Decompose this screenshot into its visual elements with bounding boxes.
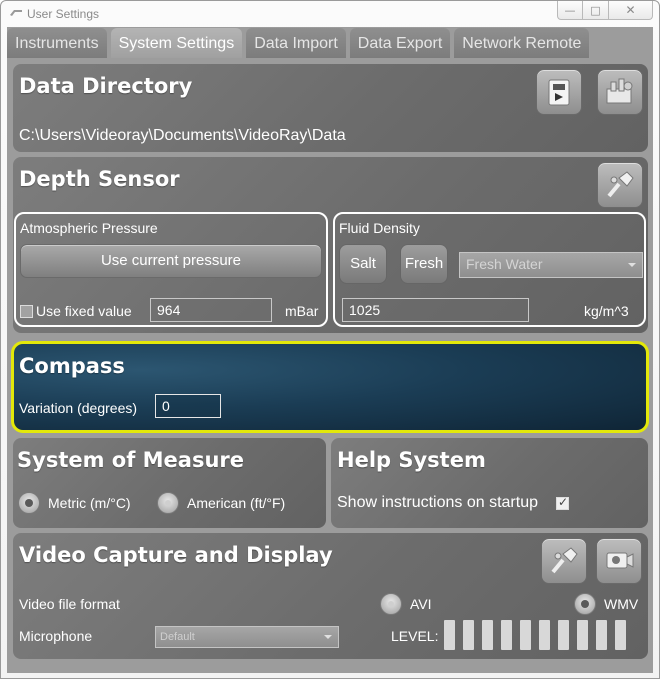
open-folder-button[interactable] bbox=[536, 69, 582, 115]
help-system-panel: Help System Show instructions on startup bbox=[331, 438, 648, 528]
maximize-button[interactable]: □ bbox=[583, 1, 609, 20]
level-bar bbox=[615, 620, 626, 650]
level-bar bbox=[577, 620, 588, 650]
data-directory-panel: Data Directory C:\Users\Videoray\Documen… bbox=[13, 64, 648, 152]
atmospheric-pressure-label: Atmospheric Pressure bbox=[20, 220, 158, 236]
video-camera-button[interactable] bbox=[596, 538, 642, 584]
app-icon bbox=[10, 10, 22, 16]
microphone-value: Default bbox=[160, 631, 195, 643]
help-system-title: Help System bbox=[337, 448, 486, 472]
video-camera-icon bbox=[606, 552, 634, 569]
microphone-label: Microphone bbox=[19, 628, 93, 644]
density-value-input[interactable]: 1025 bbox=[342, 298, 529, 322]
system-of-measure-title: System of Measure bbox=[17, 448, 245, 472]
depth-sensor-title: Depth Sensor bbox=[19, 167, 180, 191]
level-bar bbox=[444, 620, 455, 650]
show-instructions-label: Show instructions on startup bbox=[337, 494, 538, 511]
american-label: American (ft/°F) bbox=[187, 495, 286, 511]
audio-level-meter bbox=[444, 620, 634, 650]
video-capture-title: Video Capture and Display bbox=[19, 543, 333, 567]
metric-radio[interactable] bbox=[18, 492, 40, 514]
data-directory-title: Data Directory bbox=[19, 74, 193, 98]
data-directory-path[interactable]: C:\Users\Videoray\Documents\VideoRay\Dat… bbox=[19, 127, 346, 145]
folder-open-icon bbox=[548, 79, 570, 106]
fluid-density-group: Fluid Density Salt Fresh Fresh Water 102… bbox=[333, 212, 646, 327]
tab-instruments[interactable]: Instruments bbox=[7, 28, 107, 58]
salt-button[interactable]: Salt bbox=[339, 244, 387, 284]
variation-label: Variation (degrees) bbox=[19, 400, 138, 416]
depth-sensor-panel: Depth Sensor Atmospheric Pressure Use cu… bbox=[13, 157, 648, 333]
window-title: User Settings bbox=[27, 7, 100, 21]
video-settings-button[interactable] bbox=[541, 538, 587, 584]
level-bar bbox=[539, 620, 550, 650]
tab-data-import[interactable]: Data Import bbox=[246, 28, 346, 58]
level-bar bbox=[558, 620, 569, 650]
show-instructions-checkbox[interactable] bbox=[556, 495, 569, 510]
folder-settings-button[interactable] bbox=[597, 69, 643, 115]
american-radio[interactable] bbox=[157, 492, 179, 514]
video-settings-icon bbox=[551, 547, 578, 574]
level-bar bbox=[596, 620, 607, 650]
window-controls: — □ ✕ bbox=[557, 1, 653, 20]
level-bar bbox=[501, 620, 512, 650]
use-fixed-value-checkbox[interactable] bbox=[20, 305, 33, 318]
pressure-value-input[interactable]: 964 bbox=[150, 298, 272, 322]
tab-data-export[interactable]: Data Export bbox=[349, 28, 451, 58]
wmv-label: WMV bbox=[604, 596, 639, 612]
compass-panel: Compass Variation (degrees) 0 bbox=[11, 341, 649, 433]
use-current-pressure-button[interactable]: Use current pressure bbox=[20, 244, 322, 278]
tab-network-remote[interactable]: Network Remote bbox=[454, 28, 590, 58]
variation-input[interactable]: 0 bbox=[155, 394, 221, 418]
depth-calibrate-button[interactable] bbox=[597, 162, 643, 208]
avi-label: AVI bbox=[410, 596, 432, 612]
tab-bar: Instruments System Settings Data Import … bbox=[7, 28, 593, 58]
metric-label: Metric (m/°C) bbox=[48, 495, 131, 511]
avi-radio[interactable] bbox=[380, 593, 402, 615]
fluid-density-label: Fluid Density bbox=[339, 220, 420, 236]
folder-settings-icon bbox=[606, 78, 633, 104]
minimize-button[interactable]: — bbox=[557, 1, 583, 20]
tab-system-settings[interactable]: System Settings bbox=[110, 28, 243, 58]
level-bar bbox=[482, 620, 493, 650]
level-bar bbox=[520, 620, 531, 650]
fresh-button[interactable]: Fresh bbox=[400, 244, 448, 284]
wmv-radio[interactable] bbox=[574, 593, 596, 615]
chevron-down-icon bbox=[324, 635, 332, 639]
fluid-type-select[interactable]: Fresh Water bbox=[459, 252, 643, 278]
chevron-down-icon bbox=[628, 263, 636, 267]
fluid-type-value: Fresh Water bbox=[466, 256, 543, 272]
pressure-unit-label: mBar bbox=[285, 303, 319, 319]
video-file-format-label: Video file format bbox=[19, 596, 120, 612]
depth-calibrate-icon bbox=[607, 171, 634, 198]
density-unit-label: kg/m^3 bbox=[584, 303, 629, 319]
title-bar: User Settings — □ ✕ bbox=[1, 1, 659, 27]
level-bar bbox=[463, 620, 474, 650]
system-of-measure-panel: System of Measure Metric (m/°C) American… bbox=[13, 438, 326, 528]
compass-title: Compass bbox=[19, 354, 125, 378]
use-fixed-value-label: Use fixed value bbox=[36, 303, 132, 319]
atmospheric-pressure-group: Atmospheric Pressure Use current pressur… bbox=[14, 212, 328, 327]
microphone-select[interactable]: Default bbox=[155, 626, 339, 648]
level-label: LEVEL: bbox=[391, 628, 439, 644]
close-button[interactable]: ✕ bbox=[609, 1, 653, 20]
